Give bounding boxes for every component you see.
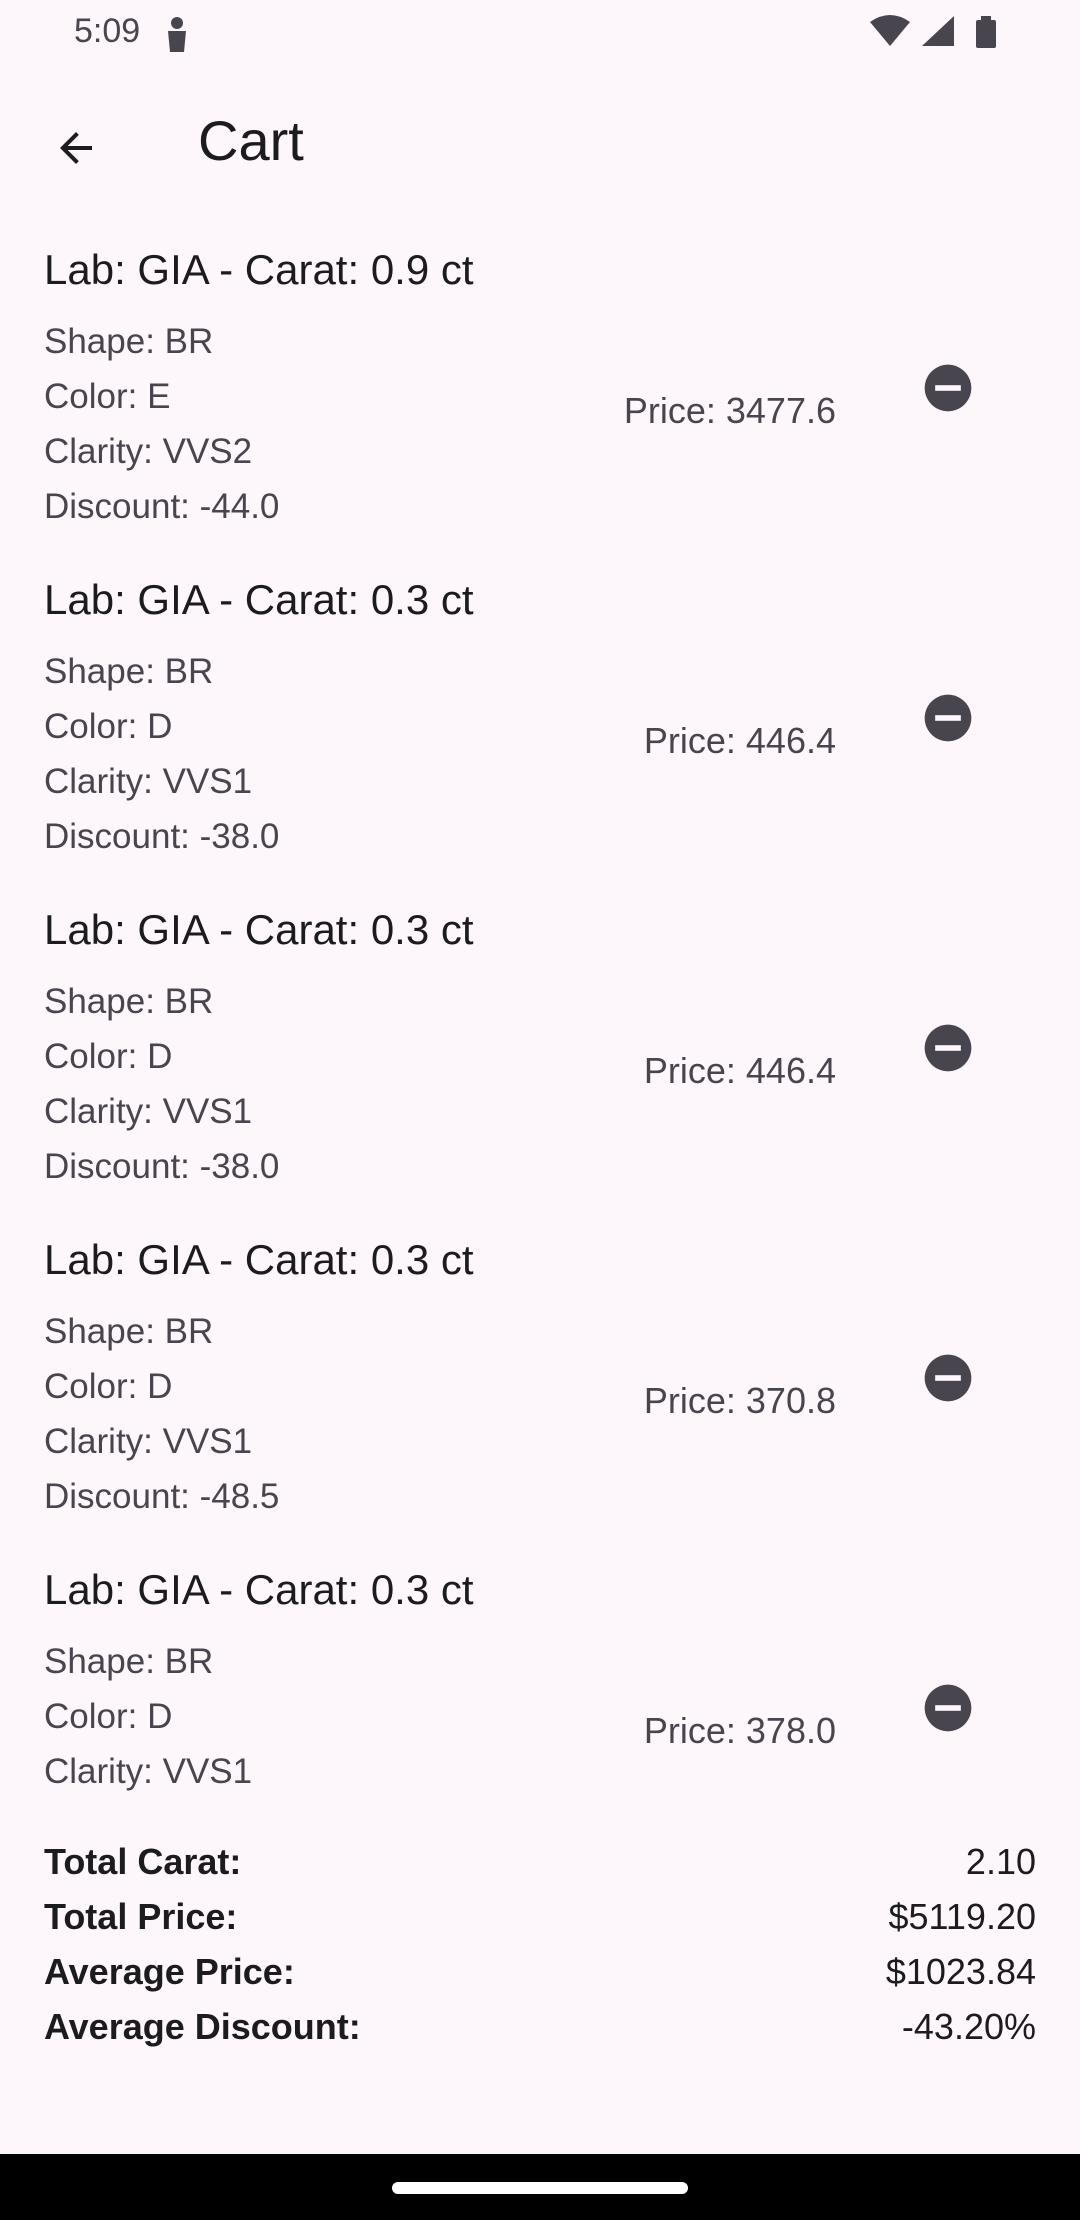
item-shape: Shape: BR — [44, 652, 214, 691]
cart-list: Lab: GIA - Carat: 0.9 ct Shape: BR Color… — [0, 234, 1080, 1884]
page-title: Cart — [198, 109, 304, 172]
item-price: Price: 3477.6 — [623, 390, 836, 431]
remove-circle-icon — [924, 1024, 972, 1072]
average-discount-value: -43.20% — [901, 2006, 1036, 2047]
item-shape: Shape: BR — [44, 982, 214, 1021]
navigation-bar — [0, 2154, 1080, 2220]
item-color: Color: E — [44, 377, 171, 416]
remove-item-button[interactable] — [912, 1342, 984, 1414]
summary-total-carat: Total Carat: 2.10 — [44, 1834, 1036, 1889]
remove-item-button[interactable] — [912, 1672, 984, 1744]
item-price: Price: 446.4 — [643, 720, 836, 761]
status-icons — [870, 15, 996, 48]
remove-item-button[interactable] — [912, 1012, 984, 1084]
item-clarity: Clarity: VVS1 — [44, 1092, 253, 1131]
wifi-icon — [870, 15, 910, 46]
item-discount: Discount: -48.5 — [44, 1477, 280, 1516]
item-clarity: Clarity: VVS1 — [44, 762, 253, 801]
item-clarity: Clarity: VVS1 — [44, 1752, 253, 1791]
back-button[interactable] — [38, 110, 114, 186]
item-title: Lab: GIA - Carat: 0.3 ct — [44, 906, 474, 953]
total-price-label: Total Price: — [44, 1896, 238, 1937]
cart-summary: Total Carat: 2.10 Total Price: $5119.20 … — [44, 1834, 1036, 2054]
item-clarity: Clarity: VVS1 — [44, 1422, 253, 1461]
remove-circle-icon — [924, 1354, 972, 1402]
signal-icon — [922, 16, 954, 46]
total-price-value: $5119.20 — [888, 1896, 1036, 1937]
item-color: Color: D — [44, 707, 173, 746]
total-carat-value: 2.10 — [965, 1841, 1036, 1882]
item-shape: Shape: BR — [44, 322, 214, 361]
app-bar: Cart — [0, 80, 1080, 204]
summary-total-price: Total Price: $5119.20 — [44, 1889, 1036, 1944]
item-details: Shape: BR Color: D Clarity: VVS1 Discoun… — [44, 644, 279, 864]
item-title: Lab: GIA - Carat: 0.3 ct — [44, 1566, 474, 1613]
remove-circle-icon — [924, 694, 972, 742]
item-details: Shape: BR Color: D Clarity: VVS1 Discoun… — [44, 974, 279, 1194]
average-discount-label: Average Discount: — [44, 2006, 361, 2047]
item-clarity: Clarity: VVS2 — [44, 432, 253, 471]
item-shape: Shape: BR — [44, 1642, 214, 1681]
item-price: Price: 370.8 — [643, 1380, 836, 1421]
item-discount: Discount: -44.0 — [44, 487, 280, 526]
status-bar: 5:09 — [0, 0, 1080, 64]
average-price-label: Average Price: — [44, 1951, 295, 1992]
cart-item: Lab: GIA - Carat: 0.3 ct Shape: BR Color… — [0, 564, 1080, 894]
remove-circle-icon — [924, 364, 972, 412]
home-gesture-handle[interactable] — [392, 2182, 688, 2194]
item-shape: Shape: BR — [44, 1312, 214, 1351]
cart-item: Lab: GIA - Carat: 0.9 ct Shape: BR Color… — [0, 234, 1080, 564]
average-price-value: $1023.84 — [885, 1951, 1036, 1992]
item-details: Shape: BR Color: D Clarity: VVS1 — [44, 1634, 252, 1799]
remove-item-button[interactable] — [912, 352, 984, 424]
item-title: Lab: GIA - Carat: 0.3 ct — [44, 1236, 474, 1283]
arrow-back-icon — [60, 132, 92, 164]
cart-item: Lab: GIA - Carat: 0.3 ct Shape: BR Color… — [0, 1224, 1080, 1554]
item-price: Price: 378.0 — [643, 1710, 836, 1751]
item-details: Shape: BR Color: D Clarity: VVS1 Discoun… — [44, 1304, 279, 1524]
remove-circle-icon — [924, 1684, 972, 1732]
cart-item: Lab: GIA - Carat: 0.3 ct Shape: BR Color… — [0, 894, 1080, 1224]
item-color: Color: D — [44, 1697, 173, 1736]
item-price: Price: 446.4 — [643, 1050, 836, 1091]
item-color: Color: D — [44, 1367, 173, 1406]
item-discount: Discount: -38.0 — [44, 817, 280, 856]
summary-average-price: Average Price: $1023.84 — [44, 1944, 1036, 1999]
person-icon — [168, 17, 186, 52]
total-carat-label: Total Carat: — [44, 1841, 242, 1882]
remove-item-button[interactable] — [912, 682, 984, 754]
battery-icon — [976, 16, 996, 48]
status-time: 5:09 — [74, 12, 141, 50]
item-details: Shape: BR Color: E Clarity: VVS2 Discoun… — [44, 314, 279, 534]
summary-average-discount: Average Discount: -43.20% — [44, 1999, 1036, 2054]
item-title: Lab: GIA - Carat: 0.9 ct — [44, 246, 474, 293]
item-discount: Discount: -38.0 — [44, 1147, 280, 1186]
item-color: Color: D — [44, 1037, 173, 1076]
item-title: Lab: GIA - Carat: 0.3 ct — [44, 576, 474, 623]
